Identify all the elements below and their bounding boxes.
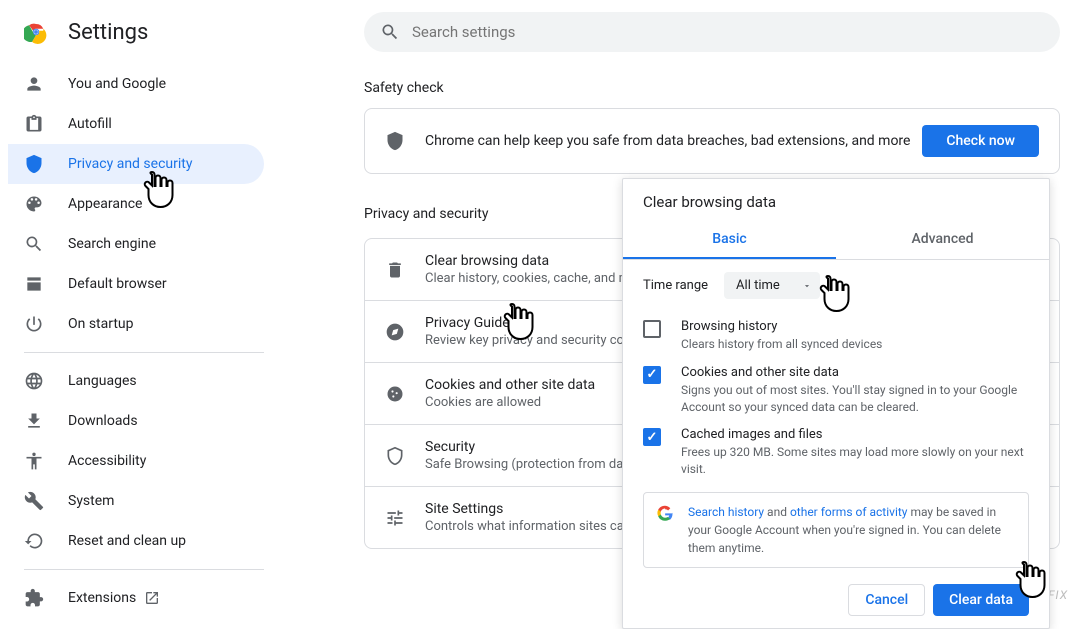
cancel-button[interactable]: Cancel: [848, 584, 925, 616]
sidebar-divider: [24, 352, 264, 353]
page-title: Settings: [68, 20, 148, 45]
tab-basic[interactable]: Basic: [623, 221, 836, 259]
sidebar-item-languages[interactable]: Languages: [8, 361, 264, 401]
search-input[interactable]: [412, 23, 1044, 41]
search-icon: [24, 234, 44, 254]
person-icon: [24, 74, 44, 94]
sidebar-item-label: System: [68, 493, 114, 509]
shield-outline-icon: [385, 446, 405, 466]
sidebar-item-label: Appearance: [68, 196, 142, 212]
check-subtitle: Signs you out of most sites. You'll stay…: [681, 382, 1029, 416]
accessibility-icon: [24, 451, 44, 471]
clear-data-button[interactable]: Clear data: [933, 584, 1029, 616]
sidebar-item-search-engine[interactable]: Search engine: [8, 224, 264, 264]
check-now-button[interactable]: Check now: [922, 125, 1039, 157]
safety-check-card: Chrome can help keep you safe from data …: [364, 108, 1060, 174]
sidebar-item-label: Autofill: [68, 116, 112, 132]
search-history-link[interactable]: Search history: [688, 505, 764, 519]
extension-icon: [24, 588, 44, 608]
sidebar-item-label: Extensions: [68, 590, 136, 606]
sidebar-item-label: Downloads: [68, 413, 138, 429]
shield-icon: [385, 131, 405, 151]
sidebar-item-label: Accessibility: [68, 453, 146, 469]
sidebar-item-privacy-security[interactable]: Privacy and security: [8, 144, 264, 184]
time-range-value: All time: [736, 278, 780, 293]
time-range-label: Time range: [643, 278, 708, 293]
check-title: Cached images and files: [681, 427, 1029, 442]
check-subtitle: Clears history from all synced devices: [681, 336, 1029, 353]
clear-browsing-data-dialog: Clear browsing data Basic Advanced Time …: [622, 178, 1050, 629]
restore-icon: [24, 531, 44, 551]
sidebar-item-extensions[interactable]: Extensions: [8, 578, 264, 618]
search-bar[interactable]: [364, 12, 1060, 52]
trash-icon: [385, 260, 405, 280]
checkbox-browsing-history[interactable]: Browsing history Clears history from all …: [643, 313, 1029, 359]
sidebar-divider: [24, 569, 264, 570]
google-g-icon: [656, 505, 674, 523]
palette-icon: [24, 194, 44, 214]
sidebar-item-you-and-google[interactable]: You and Google: [8, 64, 264, 104]
tune-icon: [385, 508, 405, 528]
clipboard-icon: [24, 114, 44, 134]
tab-advanced[interactable]: Advanced: [836, 221, 1049, 259]
sidebar-item-label: Default browser: [68, 276, 167, 292]
sidebar-item-autofill[interactable]: Autofill: [8, 104, 264, 144]
shield-icon: [24, 154, 44, 174]
checkbox-icon[interactable]: [643, 320, 661, 338]
safety-check-heading: Safety check: [364, 80, 1060, 96]
checkbox-icon[interactable]: [643, 366, 661, 384]
sidebar-item-reset[interactable]: Reset and clean up: [8, 521, 264, 561]
sidebar-item-label: Languages: [68, 373, 137, 389]
sidebar-item-label: Privacy and security: [68, 156, 192, 172]
info-text: and: [764, 505, 790, 519]
sidebar-item-system[interactable]: System: [8, 481, 264, 521]
checkbox-cached[interactable]: Cached images and files Frees up 320 MB. …: [643, 421, 1029, 484]
browser-icon: [24, 274, 44, 294]
external-link-icon: [144, 590, 160, 606]
cookie-icon: [385, 384, 405, 404]
sidebar-item-label: Search engine: [68, 236, 156, 252]
checkbox-icon[interactable]: [643, 428, 661, 446]
compass-icon: [385, 322, 405, 342]
power-icon: [24, 314, 44, 334]
chrome-logo-icon: [24, 20, 48, 44]
sidebar-item-label: You and Google: [68, 76, 166, 92]
sidebar-item-downloads[interactable]: Downloads: [8, 401, 264, 441]
check-title: Browsing history: [681, 319, 1029, 334]
check-subtitle: Frees up 320 MB. Some sites may load mor…: [681, 444, 1029, 478]
info-box: Search history and other forms of activi…: [643, 492, 1029, 568]
sidebar-item-appearance[interactable]: Appearance: [8, 184, 264, 224]
download-icon: [24, 411, 44, 431]
chevron-down-icon: [802, 281, 812, 291]
checkbox-cookies[interactable]: Cookies and other site data Signs you out…: [643, 359, 1029, 422]
sidebar: You and Google Autofill Privacy and secu…: [8, 64, 264, 618]
sidebar-item-accessibility[interactable]: Accessibility: [8, 441, 264, 481]
globe-icon: [24, 371, 44, 391]
other-activity-link[interactable]: other forms of activity: [790, 505, 908, 519]
sidebar-item-label: On startup: [68, 316, 134, 332]
sidebar-item-on-startup[interactable]: On startup: [8, 304, 264, 344]
time-range-select[interactable]: All time: [724, 272, 820, 299]
check-title: Cookies and other site data: [681, 365, 1029, 380]
wrench-icon: [24, 491, 44, 511]
sidebar-item-label: Reset and clean up: [68, 533, 186, 549]
safety-check-text: Chrome can help keep you safe from data …: [425, 133, 922, 149]
dialog-title: Clear browsing data: [623, 179, 1049, 221]
search-icon: [380, 22, 400, 42]
sidebar-item-default-browser[interactable]: Default browser: [8, 264, 264, 304]
